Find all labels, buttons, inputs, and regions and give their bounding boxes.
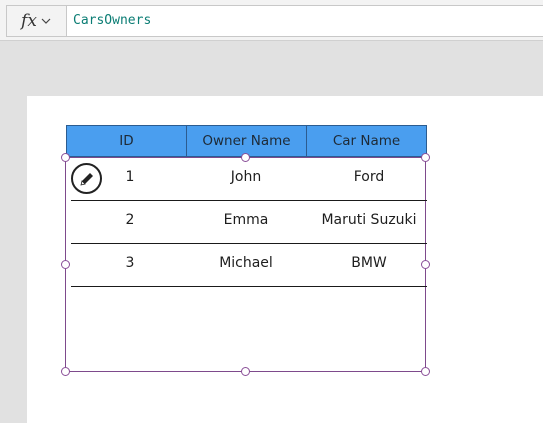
header-car-name: Car Name [332,133,401,149]
resize-handle-right[interactable] [421,260,430,269]
cell-id: 1 [125,169,135,185]
cell-owner: John [230,169,262,185]
resize-handle-bottom-left[interactable] [61,367,70,376]
cell-owner: Michael [219,255,273,271]
resize-handle-top[interactable] [241,153,250,162]
cell-car: Ford [353,169,385,185]
resize-handle-bottom[interactable] [241,367,250,376]
edit-button[interactable] [71,163,102,194]
fx-button[interactable]: fx [6,5,66,37]
cell-car: Maruti Suzuki [321,212,417,228]
chevron-down-icon [41,18,51,24]
header-owner-name: Owner Name [187,126,307,156]
formula-bar: fx CarsOwners [0,0,543,41]
cell-id: 3 [125,255,135,271]
resize-handle-top-right[interactable] [421,153,430,162]
resize-handle-bottom-right[interactable] [421,367,430,376]
fx-label: fx [21,11,37,31]
cell-owner: Emma [223,212,269,228]
resize-handle-left[interactable] [61,260,70,269]
cell-car: BMW [351,255,387,271]
gallery-row[interactable]: 2 Emma Maruti Suzuki [71,201,427,244]
cell-id: 2 [125,212,135,228]
gallery-row[interactable]: 3 Michael BMW [71,244,427,287]
header-id: ID [67,126,187,156]
formula-input[interactable]: CarsOwners [66,5,543,37]
gallery[interactable]: 1 John Ford 2 Emma Maruti Suzuki 3 Micha… [65,157,427,372]
resize-handle-top-left[interactable] [61,153,70,162]
pencil-icon [79,172,93,186]
gallery-row[interactable]: 1 John Ford [71,158,427,201]
